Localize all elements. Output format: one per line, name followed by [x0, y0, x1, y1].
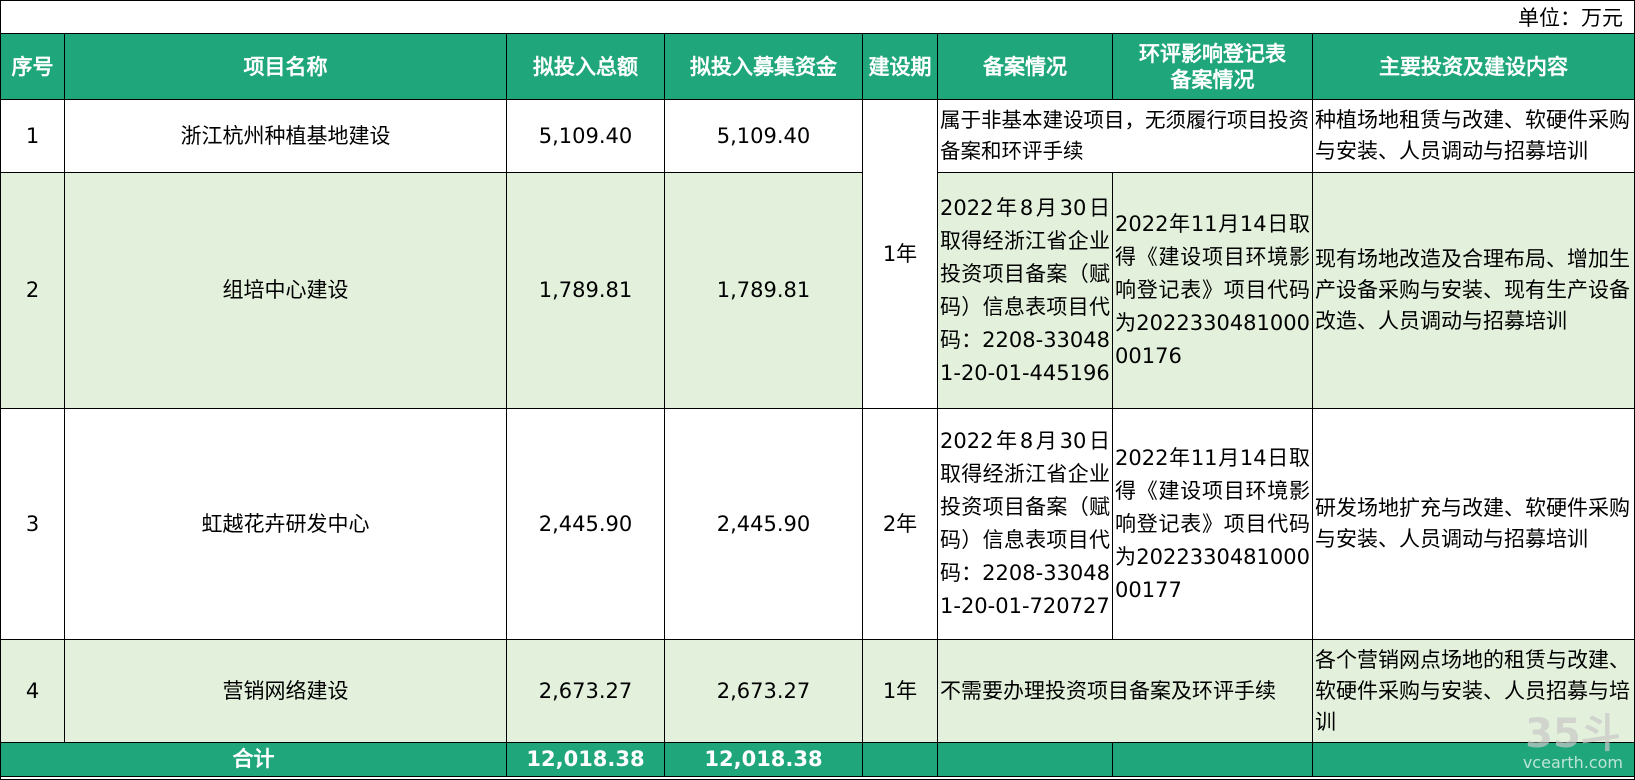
header-row: 序号 项目名称 拟投入总额 拟投入募集资金 建设期 备案情况 环评影响登记表备案… [0, 33, 1635, 100]
investment-table: 序号 项目名称 拟投入总额 拟投入募集资金 建设期 备案情况 环评影响登记表备案… [0, 33, 1635, 777]
row3-filing: 2022年8月30日取得经浙江省企业投资项目备案（赋码）信息表项目代码：2208… [937, 408, 1113, 640]
row4-total: 2,673.27 [506, 639, 665, 743]
table-row: 3 虹越花卉研发中心 2,445.90 2,445.90 2年 2022年8月3… [0, 408, 1635, 640]
header-period: 建设期 [862, 33, 938, 100]
row1-seq: 1 [0, 99, 65, 173]
row2-seq: 2 [0, 172, 65, 409]
total-empty-filing [937, 742, 1113, 777]
row3-name: 虹越花卉研发中心 [64, 408, 507, 640]
watermark: 35斗 vcearth.com [1523, 714, 1623, 772]
row2-raised: 1,789.81 [664, 172, 863, 409]
table-row: 2 组培中心建设 1,789.81 1,789.81 2022年8月30日取得经… [0, 172, 1635, 409]
row1-raised: 5,109.40 [664, 99, 863, 173]
header-content: 主要投资及建设内容 [1312, 33, 1635, 100]
row2-filing: 2022年8月30日取得经浙江省企业投资项目备案（赋码）信息表项目代码：2208… [937, 172, 1113, 409]
table-row: 1 浙江杭州种植基地建设 5,109.40 5,109.40 1年 属于非基本建… [0, 99, 1635, 409]
total-label: 合计 [0, 742, 507, 777]
row3-raised: 2,445.90 [664, 408, 863, 640]
header-name: 项目名称 [64, 33, 507, 100]
row1-name: 浙江杭州种植基地建设 [64, 99, 507, 173]
row2-env: 2022年11月14日取得《建设项目环境影响登记表》项目代码为202233048… [1112, 172, 1313, 409]
unit-label: 单位：万元 [1518, 6, 1623, 30]
row4-filing-merged: 不需要办理投资项目备案及环评手续 [937, 639, 1313, 743]
row1-content: 种植场地租赁与改建、软硬件采购与安装、人员调动与招募培训 [1312, 99, 1635, 173]
table-row: 4 营销网络建设 2,673.27 2,673.27 1年 不需要办理投资项目备… [0, 639, 1635, 743]
total-row: 合计 12,018.38 12,018.38 [0, 742, 1635, 777]
watermark-logo: 35斗 [1525, 711, 1621, 757]
total-raised: 12,018.38 [664, 742, 863, 777]
row3-env: 2022年11月14日取得《建设项目环境影响登记表》项目代码为202233048… [1112, 408, 1313, 640]
row3-content: 研发场地扩充与改建、软硬件采购与安装、人员调动与招募培训 [1312, 408, 1635, 640]
header-env: 环评影响登记表备案情况 [1112, 33, 1313, 100]
row1-filing-merged: 属于非基本建设项目，无须履行项目投资备案和环评手续 [937, 99, 1313, 173]
row2-total: 1,789.81 [506, 172, 665, 409]
row2-name: 组培中心建设 [64, 172, 507, 409]
total-empty-period [862, 742, 938, 777]
header-raised: 拟投入募集资金 [664, 33, 863, 100]
header-total: 拟投入总额 [506, 33, 665, 100]
row4-seq: 4 [0, 639, 65, 743]
row4-raised: 2,673.27 [664, 639, 863, 743]
watermark-site: vcearth.com [1522, 753, 1623, 772]
header-seq: 序号 [0, 33, 65, 100]
row3-total: 2,445.90 [506, 408, 665, 640]
row4-name: 营销网络建设 [64, 639, 507, 743]
header-filing: 备案情况 [937, 33, 1113, 100]
total-amount: 12,018.38 [506, 742, 665, 777]
row3-seq: 3 [0, 408, 65, 640]
row1-total: 5,109.40 [506, 99, 665, 173]
row4-period: 1年 [862, 639, 938, 743]
row1-2-period: 1年 [862, 99, 938, 409]
row2-content: 现有场地改造及合理布局、增加生产设备采购与安装、现有生产设备改造、人员调动与招募… [1312, 172, 1635, 409]
total-empty-env [1112, 742, 1313, 777]
row3-period: 2年 [862, 408, 938, 640]
